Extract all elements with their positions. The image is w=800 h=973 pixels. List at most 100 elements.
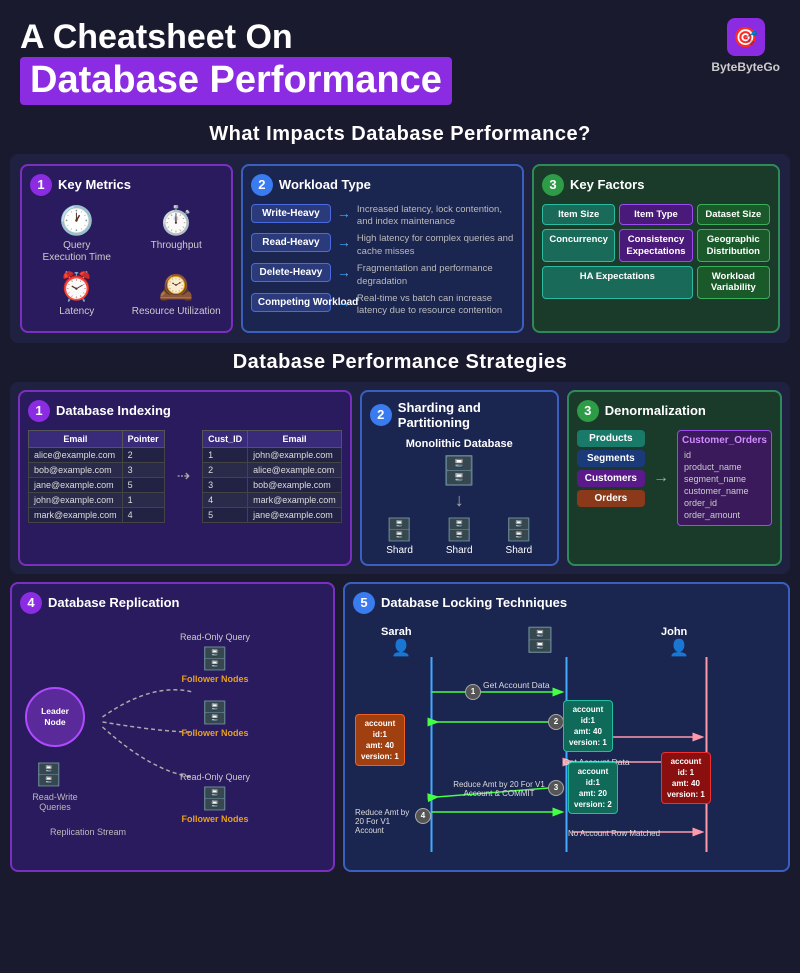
denorm-customers: Customers [577, 470, 645, 487]
metrics-num: 1 [30, 174, 52, 196]
factor-consistency: Consistency Expectations [619, 229, 692, 262]
lock-card-db: accountid:1amt: 40version: 1 [563, 700, 613, 753]
workload-desc-write: Increased latency, lock contention, and … [357, 204, 514, 229]
john-label: John [661, 626, 687, 638]
idx-col-email: Email [29, 430, 123, 447]
workload-row-competing: Competing Workload → Real-time vs batch … [251, 293, 514, 318]
monolithic-label: Monolithic Database [370, 438, 549, 450]
replication-diagram: LeaderNode Read-WriteQueries 🗄️ Read-Onl… [20, 622, 325, 842]
co-field-segment: segment_name [682, 473, 767, 485]
workload-title: Workload Type [279, 177, 371, 192]
alarm-icon: ⏰ [59, 270, 94, 303]
metric-label-throughput: Throughput [151, 240, 202, 252]
arrow-icon: → [337, 205, 351, 221]
metric-item-resource: 🕰️ Resource Utilization [129, 270, 222, 318]
leader-node: LeaderNode [20, 687, 90, 747]
stopwatch-icon: ⏱️ [159, 204, 194, 237]
arrow-icon-3: → [337, 264, 351, 280]
index-tables: Email Pointer alice@example.com2 bob@exa… [28, 430, 342, 523]
denorm-segments: Segments [577, 450, 645, 467]
idx-col-custid: Cust_ID [203, 430, 248, 447]
sharding-title: Sharding and Partitioning [398, 400, 549, 430]
follower-db-icon-top: 🗄️ [201, 646, 228, 672]
denorm-entities: Products Segments Customers Orders [577, 430, 645, 510]
index-table1: Email Pointer alice@example.com2 bob@exa… [28, 430, 165, 523]
shard-item-3: 🗄️ Shard [505, 517, 532, 556]
co-field-order-amt: order_amount [682, 509, 767, 521]
co-field-id: id [682, 449, 767, 461]
monolithic-db-icon: 🗄️ [370, 454, 549, 487]
sharding-diagram: Monolithic Database 🗄️ ↓ 🗄️ Shard 🗄️ Sha… [370, 438, 549, 556]
shard-db-icon-3: 🗄️ [505, 517, 532, 543]
ro-label-top: Read-Only Query [180, 632, 250, 642]
denorm-num: 3 [577, 400, 599, 422]
sharding-header: 2 Sharding and Partitioning [370, 400, 549, 430]
workload-num: 2 [251, 174, 273, 196]
logo-text: ByteByteGo [711, 60, 780, 74]
idx-col-pointer: Pointer [122, 430, 164, 447]
workload-box: 2 Workload Type Write-Heavy → Increased … [241, 164, 524, 333]
workload-desc-read: High latency for complex queries and cac… [357, 233, 514, 258]
step-3-circle: 3 [548, 780, 564, 796]
sarah-icon: 👤 [391, 638, 411, 658]
shard-label-1: Shard [386, 545, 413, 556]
table-row: 4mark@example.com [203, 492, 342, 507]
metric-item-qet: 🕐 QueryExecution Time [30, 204, 123, 264]
shard-label-3: Shard [506, 545, 533, 556]
indexing-box: 1 Database Indexing Email Pointer alice@… [18, 390, 352, 566]
logo-icon: 🎯 [727, 18, 765, 56]
follower-db-icon-bot: 🗄️ [201, 786, 228, 812]
down-arrow-icon: ↓ [370, 490, 549, 511]
factor-item-size: Item Size [542, 204, 615, 225]
john-icon: 👤 [669, 638, 689, 658]
metric-label-qet: QueryExecution Time [43, 240, 111, 264]
indexing-header: 1 Database Indexing [28, 400, 342, 422]
workload-tag-delete: Delete-Heavy [251, 263, 331, 282]
shard-db-icon-1: 🗄️ [386, 517, 413, 543]
workload-header: 2 Workload Type [251, 174, 514, 196]
follower-db-icon-mid: 🗄️ [201, 700, 228, 726]
strategy-section: 1 Database Indexing Email Pointer alice@… [10, 382, 790, 574]
factor-concurrency: Concurrency [542, 229, 615, 262]
locking-title: Database Locking Techniques [381, 595, 567, 610]
workload-row-read: Read-Heavy → High latency for complex qu… [251, 233, 514, 258]
lock-card-1: accountid:1amt: 40version: 1 [355, 714, 405, 767]
co-field-customer: customer_name [682, 485, 767, 497]
shard-db-icon-2: 🗄️ [446, 517, 473, 543]
replication-header: 4 Database Replication [20, 592, 325, 614]
lock-card-v2: accountid:1amt: 20version: 2 [568, 762, 618, 815]
workload-desc-delete: Fragmentation and performance degradatio… [357, 263, 514, 288]
section2-title: Database Performance Strategies [0, 351, 800, 374]
metrics-grid: 🕐 QueryExecution Time ⏱️ Throughput ⏰ La… [30, 204, 223, 318]
denorm-title: Denormalization [605, 403, 706, 418]
table-row: 1john@example.com [203, 447, 342, 462]
top-panel: 1 Key Metrics 🕐 QueryExecution Time ⏱️ T… [10, 154, 790, 343]
title-line1: A Cheatsheet On [20, 18, 452, 57]
follower-label-bot: Follower Nodes [181, 814, 248, 824]
strategy-grid: 1 Database Indexing Email Pointer alice@… [18, 390, 782, 566]
step-2-circle: 2 [548, 714, 564, 730]
workload-tag-read: Read-Heavy [251, 233, 331, 252]
shard-row: 🗄️ Shard 🗄️ Shard 🗄️ Shard [370, 517, 549, 556]
step-4-label: Reduce Amt by 20 For V1 Account [355, 808, 415, 835]
key-metrics-box: 1 Key Metrics 🕐 QueryExecution Time ⏱️ T… [20, 164, 233, 333]
logo: 🎯 ByteByteGo [711, 18, 780, 74]
denorm-header: 3 Denormalization [577, 400, 772, 422]
denorm-box: 3 Denormalization Products Segments Cust… [567, 390, 782, 566]
bottom-panels: 4 Database Replication LeaderNode Read-W… [10, 582, 790, 872]
key-metrics-header: 1 Key Metrics [30, 174, 223, 196]
locking-box: 5 Database Locking Techniques [343, 582, 790, 872]
key-factors-header: 3 Key Factors [542, 174, 770, 196]
workload-tag-competing: Competing Workload [251, 293, 331, 312]
factors-num: 3 [542, 174, 564, 196]
sharding-num: 2 [370, 404, 392, 426]
step-1-circle: 1 [465, 684, 481, 700]
factor-dataset-size: Dataset Size [697, 204, 770, 225]
factor-geo: Geographic Distribution [697, 229, 770, 262]
factors-grid: Item Size Item Type Dataset Size Concurr… [542, 204, 770, 299]
metric-item-throughput: ⏱️ Throughput [129, 204, 222, 264]
leader-db-icon: 🗄️ [35, 762, 62, 788]
metric-item-latency: ⏰ Latency [30, 270, 123, 318]
table-row: john@example.com1 [29, 492, 165, 507]
follower-label-top: Follower Nodes [181, 674, 248, 684]
